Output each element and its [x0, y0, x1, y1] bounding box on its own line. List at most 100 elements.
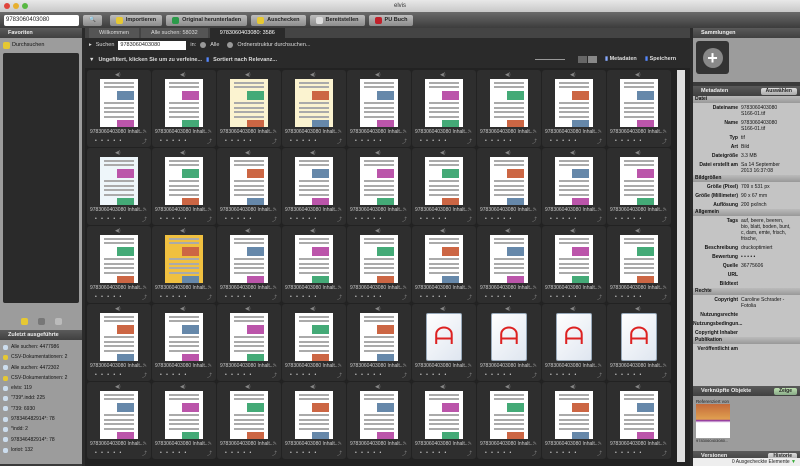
item-rating[interactable]: • • • • •	[615, 372, 643, 378]
audio-icon[interactable]: ◀)	[635, 150, 641, 156]
list-view-icon[interactable]	[588, 56, 597, 63]
toolbar-button-importieren[interactable]: Importieren	[110, 15, 162, 26]
add-favorite-icon[interactable]	[21, 318, 28, 325]
metadata-value[interactable]: tif	[741, 135, 791, 141]
link-icon[interactable]: ⤴	[207, 450, 212, 457]
edit-icon[interactable]: ✎	[338, 363, 342, 369]
item-rating[interactable]: • • • • •	[550, 372, 578, 378]
audio-icon[interactable]: ◀)	[570, 306, 576, 312]
result-item[interactable]: ◀)9783060403080 Inhalt...• • • • •✎⤴	[477, 70, 541, 147]
item-rating[interactable]: • • • • •	[550, 450, 578, 456]
audio-icon[interactable]: ◀)	[570, 72, 576, 78]
link-icon[interactable]: ⤴	[662, 216, 667, 223]
result-item[interactable]: ◀)9783060403080 Inhalt...• • • • •✎⤴	[217, 148, 281, 225]
result-item[interactable]: ◀)9783060403080 Inhalt...• • • • •✎⤴	[542, 148, 606, 225]
show-button[interactable]: Zeige	[774, 388, 797, 395]
edit-icon[interactable]: ✎	[663, 285, 667, 291]
save-button[interactable]: ▮ Speichern	[645, 56, 676, 62]
item-rating[interactable]: • • • • •	[355, 450, 383, 456]
sort-button[interactable]: Sortiert nach Relevanz...	[213, 57, 277, 63]
audio-icon[interactable]: ◀)	[505, 72, 511, 78]
audio-icon[interactable]: ◀)	[115, 150, 121, 156]
edit-icon[interactable]: ✎	[273, 363, 277, 369]
delete-icon[interactable]	[55, 318, 62, 325]
link-icon[interactable]: ⤴	[662, 372, 667, 379]
item-rating[interactable]: • • • • •	[290, 450, 318, 456]
edit-icon[interactable]: ✎	[533, 129, 537, 135]
result-item[interactable]: ◀)9783060403080 Inhalt...• • • • •✎⤴	[412, 148, 476, 225]
edit-icon[interactable]: ✎	[663, 129, 667, 135]
metadata-value[interactable]: 90 x 67 mm	[741, 193, 791, 199]
edit-icon[interactable]: ✎	[468, 363, 472, 369]
audio-icon[interactable]: ◀)	[505, 306, 511, 312]
edit-icon[interactable]: ✎	[273, 129, 277, 135]
window-controls[interactable]	[4, 3, 28, 9]
link-icon[interactable]: ⤴	[337, 450, 342, 457]
grid-view-icon[interactable]	[578, 56, 587, 63]
tab-2[interactable]: 9783060403080: 3586	[210, 28, 285, 38]
result-item[interactable]: ◀)9783060403080 Inhalt...• • • • •✎⤴	[87, 226, 151, 303]
result-item[interactable]: ◀)9783060403080 Inhalt...• • • • •✎⤴	[152, 382, 216, 459]
search-input[interactable]: 9783060403080	[118, 41, 186, 50]
link-icon[interactable]: ⤴	[662, 138, 667, 145]
metadata-value[interactable]: Bild	[741, 144, 791, 150]
metadata-section-header[interactable]: Datei	[693, 96, 800, 103]
recent-item[interactable]: *indd: 2	[3, 424, 74, 434]
edit-icon[interactable]: ✎	[338, 129, 342, 135]
audio-icon[interactable]: ◀)	[115, 384, 121, 390]
linked-thumbnail[interactable]	[696, 404, 730, 438]
audio-icon[interactable]: ◀)	[635, 72, 641, 78]
edit-icon[interactable]: ✎	[208, 285, 212, 291]
metadata-value[interactable]	[741, 321, 791, 327]
recent-item[interactable]: CSV-Dokumentationen: 2	[3, 352, 74, 362]
item-rating[interactable]: • • • • •	[290, 138, 318, 144]
item-rating[interactable]: • • • • •	[615, 294, 643, 300]
metadata-value[interactable]: • • • • •	[741, 254, 791, 260]
item-rating[interactable]: • • • • •	[95, 294, 123, 300]
item-rating[interactable]: • • • • •	[485, 294, 513, 300]
link-icon[interactable]: ⤴	[402, 216, 407, 223]
metadata-value[interactable]	[741, 312, 791, 318]
edit-icon[interactable]: ✎	[143, 285, 147, 291]
favorite-browse[interactable]: Durchsuchen	[3, 41, 79, 50]
result-item[interactable]: ◀)9783060403080 Inhalt...• • • • •✎⤴	[477, 148, 541, 225]
edit-icon[interactable]: ✎	[663, 207, 667, 213]
edit-icon[interactable]: ✎	[533, 363, 537, 369]
result-item[interactable]: ◀)9783060403080 Inhalt...• • • • •✎⤴	[282, 70, 346, 147]
item-rating[interactable]: • • • • •	[485, 138, 513, 144]
audio-icon[interactable]: ◀)	[310, 228, 316, 234]
result-item[interactable]: ◀)9783060403080 Inhalt...• • • • •✎⤴	[347, 148, 411, 225]
result-item[interactable]: ◀)9783060403080 Inhalt...• • • • •✎⤴	[87, 304, 151, 381]
recent-item[interactable]: loriot: 132	[3, 445, 74, 455]
tab-0[interactable]: Willkommen	[89, 28, 139, 38]
metadata-section-header[interactable]: Publikation	[693, 337, 800, 344]
recent-item[interactable]: Alle suchen: 4477986	[3, 342, 74, 352]
result-item[interactable]: ◀)ᗩ9783060403080 Inhalt...• • • • •✎⤴	[412, 304, 476, 381]
link-icon[interactable]: ⤴	[207, 372, 212, 379]
item-rating[interactable]: • • • • •	[225, 216, 253, 222]
audio-icon[interactable]: ◀)	[635, 306, 641, 312]
item-rating[interactable]: • • • • •	[355, 372, 383, 378]
link-icon[interactable]: ⤴	[597, 216, 602, 223]
item-rating[interactable]: • • • • •	[225, 294, 253, 300]
audio-icon[interactable]: ◀)	[440, 228, 446, 234]
recent-item[interactable]: Alle suchen: 4472302	[3, 363, 74, 373]
result-item[interactable]: ◀)9783060403080 Inhalt...• • • • •✎⤴	[282, 382, 346, 459]
link-icon[interactable]: ⤴	[532, 138, 537, 145]
result-item[interactable]: ◀)ᗩ9783060403080 Inhalt...• • • • •✎⤴	[477, 304, 541, 381]
item-rating[interactable]: • • • • •	[95, 372, 123, 378]
item-rating[interactable]: • • • • •	[355, 216, 383, 222]
edit-icon[interactable]: ✎	[338, 441, 342, 447]
metadata-value[interactable]: Sa 14 September 2013 16:37:08	[741, 162, 791, 174]
audio-icon[interactable]: ◀)	[245, 72, 251, 78]
edit-icon[interactable]: ✎	[598, 441, 602, 447]
audio-icon[interactable]: ◀)	[115, 306, 121, 312]
edit-icon[interactable]: ✎	[598, 285, 602, 291]
link-icon[interactable]: ⤴	[272, 216, 277, 223]
result-item[interactable]: ◀)9783060403080 Inhalt...• • • • •✎⤴	[217, 70, 281, 147]
result-item[interactable]: ◀)9783060403080 Inhalt...• • • • •✎⤴	[347, 70, 411, 147]
metadata-value[interactable]: 36775606	[741, 263, 791, 269]
metadata-value[interactable]	[741, 330, 791, 336]
metadata-section-header[interactable]: Allgemein	[693, 209, 800, 216]
recent-item[interactable]: 978346482914*: 78	[3, 435, 74, 445]
